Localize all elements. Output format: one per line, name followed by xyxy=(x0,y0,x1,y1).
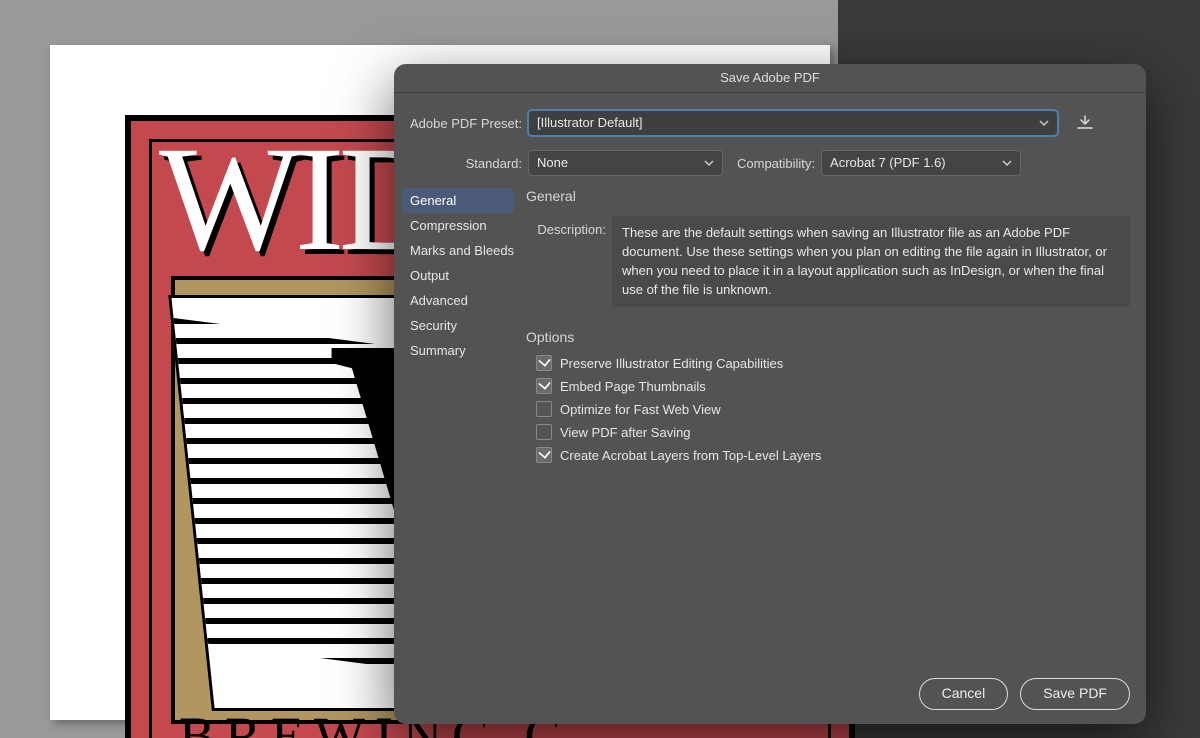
option-row: Embed Page Thumbnails xyxy=(536,378,1130,394)
option-row: Create Acrobat Layers from Top-Level Lay… xyxy=(536,447,1130,463)
description-row: Description: These are the default setti… xyxy=(526,216,1130,307)
sidebar-item-general[interactable]: General xyxy=(402,188,514,213)
compat-dropdown[interactable]: Acrobat 7 (PDF 1.6) xyxy=(821,150,1021,176)
option-row: Optimize for Fast Web View xyxy=(536,401,1130,417)
option-label: View PDF after Saving xyxy=(560,425,691,440)
preset-label: Adobe PDF Preset: xyxy=(394,116,522,131)
sidebar-item-output[interactable]: Output xyxy=(402,263,514,288)
sidebar-item-marks-and-bleeds[interactable]: Marks and Bleeds xyxy=(402,238,514,263)
app-canvas: WID W BREWING C Save Adobe PDF Adobe PDF… xyxy=(0,0,1200,738)
preset-dropdown[interactable]: [Illustrator Default] xyxy=(528,110,1058,136)
checkbox[interactable] xyxy=(536,378,552,394)
compat-label: Compatibility: xyxy=(737,156,815,171)
standard-label: Standard: xyxy=(394,156,522,171)
chevron-down-icon xyxy=(702,156,716,170)
checkbox[interactable] xyxy=(536,355,552,371)
option-label: Embed Page Thumbnails xyxy=(560,379,706,394)
panel-heading: General xyxy=(526,188,1130,204)
dialog-title: Save Adobe PDF xyxy=(394,64,1146,93)
sidebar-item-advanced[interactable]: Advanced xyxy=(402,288,514,313)
cancel-button[interactable]: Cancel xyxy=(919,678,1009,710)
description-label: Description: xyxy=(526,216,606,237)
preset-value: [Illustrator Default] xyxy=(537,115,643,130)
chevron-down-icon xyxy=(1037,116,1051,130)
option-label: Optimize for Fast Web View xyxy=(560,402,721,417)
option-row: Preserve Illustrator Editing Capabilitie… xyxy=(536,355,1130,371)
chevron-down-icon xyxy=(1000,156,1014,170)
save-pdf-dialog: Save Adobe PDF Adobe PDF Preset: [Illust… xyxy=(394,64,1146,724)
option-row: View PDF after Saving xyxy=(536,424,1130,440)
option-label: Preserve Illustrator Editing Capabilitie… xyxy=(560,356,783,371)
dialog-body: Adobe PDF Preset: [Illustrator Default] … xyxy=(394,92,1146,724)
option-label: Create Acrobat Layers from Top-Level Lay… xyxy=(560,448,821,463)
options-heading: Options xyxy=(526,329,1130,345)
description-textarea[interactable]: These are the default settings when savi… xyxy=(612,216,1130,307)
checkbox[interactable] xyxy=(536,401,552,417)
dialog-footer: Cancel Save PDF xyxy=(919,678,1130,710)
sidebar-item-security[interactable]: Security xyxy=(402,313,514,338)
sidebar-item-compression[interactable]: Compression xyxy=(402,213,514,238)
general-panel: General Description: These are the defau… xyxy=(526,188,1130,470)
standard-compat-row: Standard: None Compatibility: Acrobat 7 … xyxy=(394,150,1146,176)
save-pdf-button[interactable]: Save PDF xyxy=(1020,678,1130,710)
standard-value: None xyxy=(537,155,568,170)
standard-dropdown[interactable]: None xyxy=(528,150,723,176)
checkbox[interactable] xyxy=(536,447,552,463)
options-group: Preserve Illustrator Editing Capabilitie… xyxy=(526,355,1130,463)
sidebar-item-summary[interactable]: Summary xyxy=(402,338,514,363)
download-preset-button[interactable] xyxy=(1072,112,1098,134)
preset-row: Adobe PDF Preset: [Illustrator Default] xyxy=(394,110,1146,136)
category-sidebar: GeneralCompressionMarks and BleedsOutput… xyxy=(402,188,514,363)
checkbox[interactable] xyxy=(536,424,552,440)
compat-value: Acrobat 7 (PDF 1.6) xyxy=(830,155,946,170)
